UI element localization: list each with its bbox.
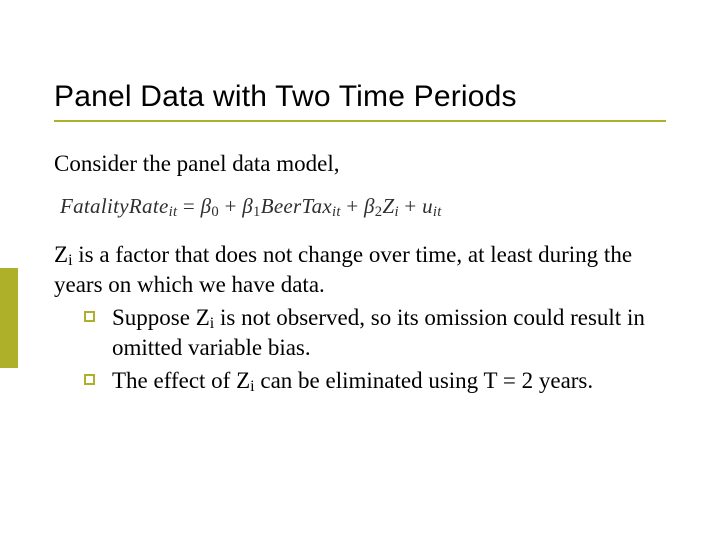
eq-lhs: FatalityRate [60, 194, 169, 218]
z-paragraph: Zi is a factor that does not change over… [54, 241, 666, 300]
square-bullet-icon [84, 374, 95, 385]
eq-plus3: + [399, 194, 422, 218]
eq-b0: β [201, 194, 212, 218]
intro-text: Consider the panel data model, [54, 150, 666, 179]
accent-bar [0, 268, 18, 368]
z-p2: is a factor that does not change over ti… [54, 242, 632, 297]
eq-b2: β [364, 194, 375, 218]
eq-u-sub: it [433, 204, 442, 220]
slide-body: Consider the panel data model, FatalityR… [54, 150, 666, 401]
eq-term1-sub: it [332, 204, 341, 220]
eq-term1: BeerTax [261, 194, 332, 218]
bullet-text-p1: The effect of Z [112, 368, 250, 393]
slide-title: Panel Data with Two Time Periods [54, 80, 666, 122]
bullet-text-p2: can be eliminated using T = 2 years. [255, 368, 594, 393]
eq-equals: = [177, 194, 200, 218]
eq-u: u [422, 194, 433, 218]
list-item: The effect of Zi can be eliminated using… [84, 367, 666, 397]
z-p1: Z [54, 242, 68, 267]
square-bullet-icon [84, 311, 95, 322]
eq-b0-sub: 0 [211, 204, 219, 220]
eq-term2: Z [382, 194, 394, 218]
equation: FatalityRateit = β0 + β1BeerTaxit + β2Zi… [60, 193, 666, 221]
bullet-text-p1: Suppose Z [112, 305, 210, 330]
eq-plus1: + [219, 194, 242, 218]
eq-b1-sub: 1 [253, 204, 261, 220]
list-item: Suppose Zi is not observed, so its omiss… [84, 304, 666, 363]
slide: Panel Data with Two Time Periods Conside… [0, 0, 720, 540]
eq-b1: β [242, 194, 253, 218]
bullet-list: Suppose Zi is not observed, so its omiss… [84, 304, 666, 397]
eq-plus2: + [341, 194, 364, 218]
